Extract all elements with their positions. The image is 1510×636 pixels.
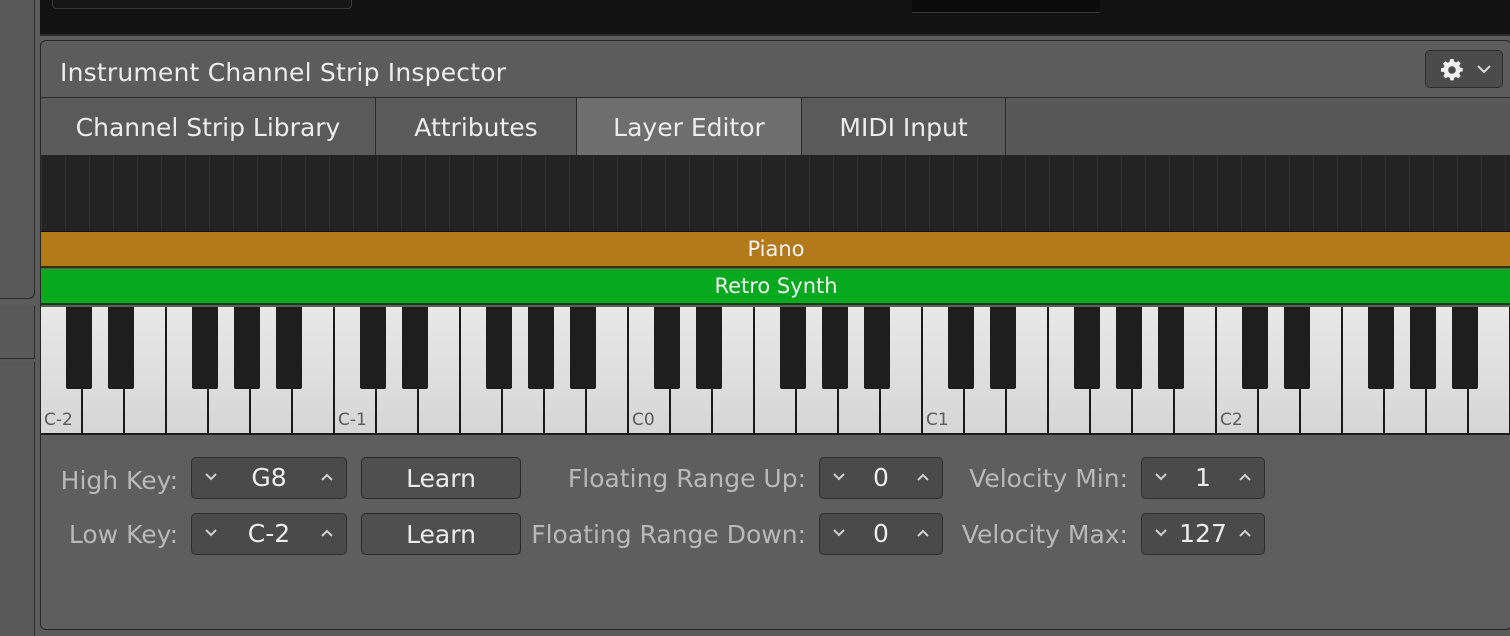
black-key[interactable] xyxy=(1242,307,1268,389)
black-key[interactable] xyxy=(402,307,428,389)
black-key[interactable] xyxy=(1410,307,1436,389)
inspector-title: Instrument Channel Strip Inspector xyxy=(60,58,507,87)
chevron-down-icon[interactable] xyxy=(832,528,846,538)
black-key[interactable] xyxy=(192,307,218,389)
velocity-max-value: 127 xyxy=(1179,519,1227,548)
top-field[interactable] xyxy=(52,0,352,9)
black-key[interactable] xyxy=(570,307,596,389)
top-slider-track[interactable] xyxy=(912,0,1100,13)
channel-strip-inspector: Instrument Channel Strip Inspector Chann… xyxy=(40,40,1510,630)
floating-range-down-value: 0 xyxy=(873,519,889,548)
action-menu-button[interactable] xyxy=(1425,50,1503,88)
chevron-up-icon[interactable] xyxy=(320,528,334,538)
tab-attributes[interactable]: Attributes xyxy=(376,98,577,155)
chevron-down-icon[interactable] xyxy=(1154,472,1168,482)
octave-label: C0 xyxy=(632,410,655,430)
left-sidebar-lower xyxy=(0,362,35,636)
black-key[interactable] xyxy=(360,307,386,389)
black-key[interactable] xyxy=(1368,307,1394,389)
black-key[interactable] xyxy=(66,307,92,389)
black-key[interactable] xyxy=(1452,307,1478,389)
chevron-up-icon[interactable] xyxy=(1238,472,1252,482)
chevron-down-icon[interactable] xyxy=(832,472,846,482)
octave-label: C1 xyxy=(926,410,949,430)
high-key-learn-button[interactable]: Learn xyxy=(361,457,521,499)
black-key[interactable] xyxy=(780,307,806,389)
black-key[interactable] xyxy=(108,307,134,389)
high-key-value: G8 xyxy=(251,463,287,492)
top-panel-area xyxy=(40,0,1510,36)
chevron-up-icon[interactable] xyxy=(916,472,930,482)
black-key[interactable] xyxy=(1158,307,1184,389)
high-key-label: High Key: xyxy=(60,466,178,495)
velocity-max-stepper[interactable]: 127 xyxy=(1141,513,1265,555)
black-key[interactable] xyxy=(1116,307,1142,389)
inspector-header: Instrument Channel Strip Inspector xyxy=(41,41,1510,98)
black-key[interactable] xyxy=(528,307,554,389)
black-key[interactable] xyxy=(864,307,890,389)
chevron-up-icon[interactable] xyxy=(1238,528,1252,538)
black-key[interactable] xyxy=(1074,307,1100,389)
left-sidebar-panel xyxy=(0,0,35,299)
octave-label: C-1 xyxy=(338,410,367,430)
chevron-up-icon[interactable] xyxy=(916,528,930,538)
low-key-value: C-2 xyxy=(247,519,291,548)
black-key[interactable] xyxy=(1284,307,1310,389)
black-key[interactable] xyxy=(234,307,260,389)
high-key-stepper[interactable]: G8 xyxy=(191,457,347,499)
black-key[interactable] xyxy=(486,307,512,389)
layer-grid[interactable] xyxy=(41,156,1510,232)
black-key[interactable] xyxy=(654,307,680,389)
piano-keyboard[interactable]: C-2C-1C0C1C2C3 xyxy=(41,307,1510,435)
octave-label: C2 xyxy=(1220,410,1243,430)
black-key[interactable] xyxy=(276,307,302,389)
floating-range-up-stepper[interactable]: 0 xyxy=(819,457,943,499)
tab-channel-strip-library[interactable]: Channel Strip Library xyxy=(41,98,376,155)
tab-midi-input[interactable]: MIDI Input xyxy=(802,98,1006,155)
floating-range-up-label: Floating Range Up: xyxy=(567,464,806,493)
black-key[interactable] xyxy=(696,307,722,389)
black-key[interactable] xyxy=(990,307,1016,389)
chevron-down-icon xyxy=(1477,65,1491,74)
velocity-min-value: 1 xyxy=(1195,463,1211,492)
floating-range-down-stepper[interactable]: 0 xyxy=(819,513,943,555)
chevron-down-icon[interactable] xyxy=(204,528,218,538)
velocity-min-label: Velocity Min: xyxy=(969,464,1128,493)
chevron-up-icon[interactable] xyxy=(320,472,334,482)
layer-bar-retro-synth[interactable]: Retro Synth xyxy=(41,269,1510,305)
low-key-stepper[interactable]: C-2 xyxy=(191,513,347,555)
inspector-tabs: Channel Strip Library Attributes Layer E… xyxy=(41,98,1510,156)
chevron-down-icon[interactable] xyxy=(1154,528,1168,538)
low-key-label: Low Key: xyxy=(68,520,178,549)
octave-label: C-2 xyxy=(44,410,73,430)
left-sidebar-divider xyxy=(0,306,35,359)
low-key-learn-button[interactable]: Learn xyxy=(361,513,521,555)
velocity-max-label: Velocity Max: xyxy=(961,520,1128,549)
gear-icon xyxy=(1441,59,1463,81)
chevron-down-icon[interactable] xyxy=(204,472,218,482)
tab-layer-editor[interactable]: Layer Editor xyxy=(577,98,802,155)
floating-range-up-value: 0 xyxy=(873,463,889,492)
floating-range-down-label: Floating Range Down: xyxy=(531,520,806,549)
velocity-min-stepper[interactable]: 1 xyxy=(1141,457,1265,499)
black-key[interactable] xyxy=(822,307,848,389)
black-key[interactable] xyxy=(948,307,974,389)
layer-bar-piano[interactable]: Piano xyxy=(41,232,1510,268)
